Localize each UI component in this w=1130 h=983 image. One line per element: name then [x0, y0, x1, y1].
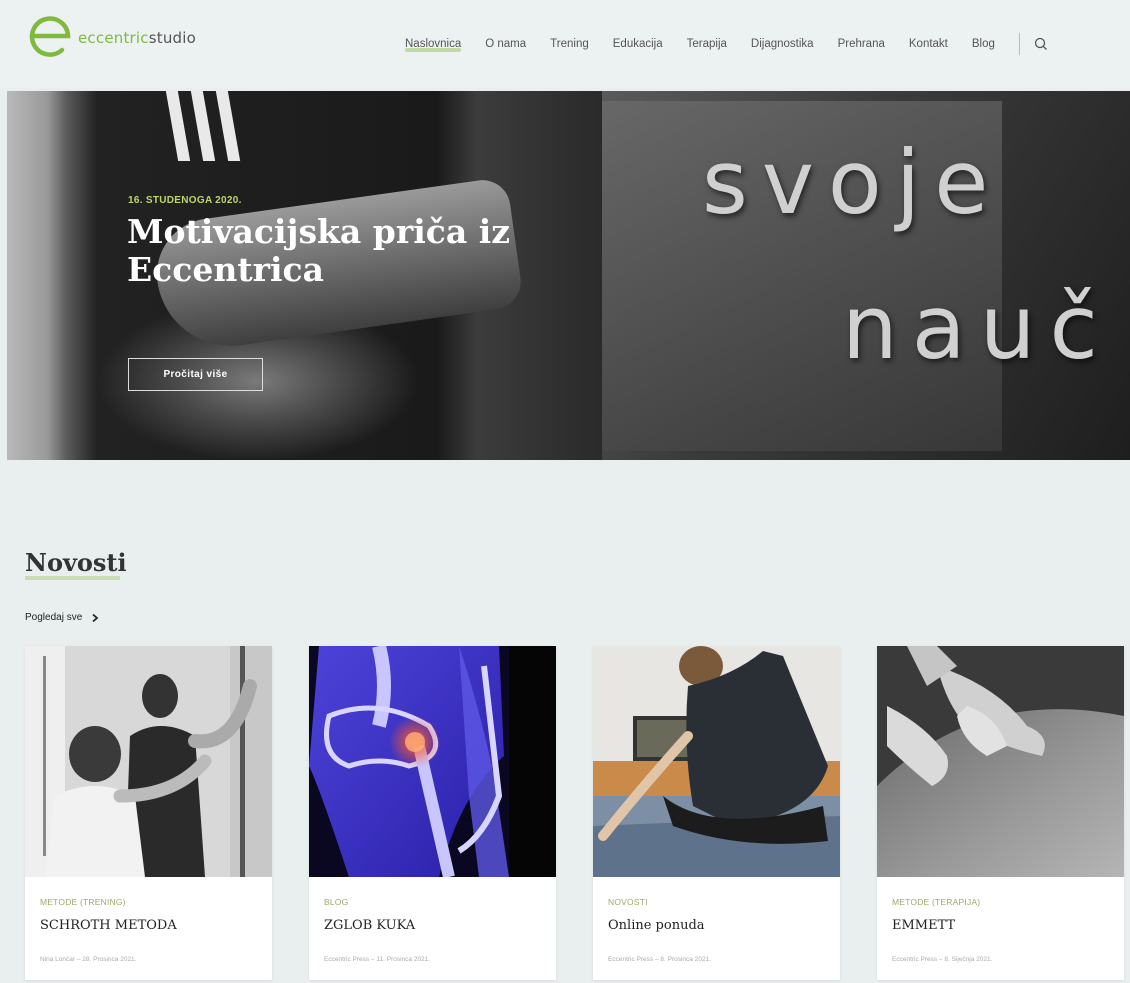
- logo-text-suffix: studio: [148, 29, 197, 47]
- card-category[interactable]: METODE (TERAPIJA): [892, 897, 980, 907]
- nav-divider: [1018, 33, 1020, 55]
- logo-text-prefix: eccentric: [78, 29, 149, 47]
- card-meta: Eccentric Press – 11. Prosinca 2021.: [324, 956, 431, 963]
- card-meta: Eccentric Press – 8. Siječnja 2021.: [892, 956, 993, 963]
- card-image[interactable]: [25, 646, 272, 877]
- news-card[interactable]: METODE (TRENING) SCHROTH METODA Nina Lon…: [25, 646, 272, 980]
- nav-item-prehrana[interactable]: Prehrana: [838, 38, 885, 50]
- card-title[interactable]: Online ponuda: [608, 918, 705, 933]
- see-all-label: Pogledaj sve: [25, 612, 83, 623]
- nav-item-terapija[interactable]: Terapija: [687, 38, 727, 50]
- nav-item-dijagnostika[interactable]: Dijagnostika: [751, 38, 814, 50]
- card-image-emmett: [877, 646, 1124, 877]
- card-title[interactable]: SCHROTH METODA: [40, 918, 177, 933]
- site-header: eccentricstudio Naslovnica O nama Trenin…: [0, 0, 1130, 88]
- nav-item-trening[interactable]: Trening: [550, 38, 589, 50]
- news-section-title: Novosti: [25, 548, 127, 577]
- hero-bg-word-2: nauč: [842, 276, 1112, 379]
- hero-bg-word-1: svoje: [702, 131, 1003, 234]
- logo[interactable]: eccentricstudio: [26, 10, 196, 60]
- card-image[interactable]: [877, 646, 1124, 877]
- chevron-right-icon: [92, 613, 99, 622]
- logo-e-icon: [29, 16, 71, 57]
- card-meta: Nina Lončar – 28. Prosinca 2021.: [40, 956, 137, 963]
- news-card[interactable]: NOVOSTI Online ponuda Eccentric Press – …: [593, 646, 840, 980]
- nav-item-naslovnica[interactable]: Naslovnica: [405, 38, 462, 52]
- logo-text: eccentricstudio: [78, 29, 196, 47]
- card-title[interactable]: ZGLOB KUKA: [324, 918, 415, 933]
- nav-item-edukacija[interactable]: Edukacija: [613, 38, 663, 50]
- nav-item-o-nama[interactable]: O nama: [485, 38, 526, 50]
- hero-image-right: svoje nauč: [602, 91, 1130, 460]
- card-image[interactable]: [309, 646, 556, 877]
- news-card[interactable]: METODE (TERAPIJA) EMMETT Eccentric Press…: [877, 646, 1124, 980]
- card-image-schroth: [25, 646, 272, 877]
- hero-slider[interactable]: svoje nauč 16. STUDENOGA 2020. Motivacij…: [7, 91, 1130, 460]
- card-image-online: [593, 646, 840, 877]
- read-more-button[interactable]: Pročitaj više: [128, 358, 263, 391]
- shirt-stripes: [157, 91, 257, 161]
- nav-item-blog[interactable]: Blog: [972, 38, 995, 50]
- card-meta: Eccentric Press – 8. Prosinca 2021.: [608, 956, 711, 963]
- see-all-link[interactable]: Pogledaj sve: [25, 612, 100, 623]
- card-category[interactable]: BLOG: [324, 897, 348, 907]
- main-nav: Naslovnica O nama Trening Edukacija Tera…: [405, 33, 1048, 55]
- card-category[interactable]: NOVOSTI: [608, 897, 648, 907]
- search-icon[interactable]: [1034, 37, 1048, 51]
- hero-title[interactable]: Motivacijska priča iz Eccentrica: [127, 213, 547, 289]
- card-title[interactable]: EMMETT: [892, 918, 955, 933]
- news-card[interactable]: BLOG ZGLOB KUKA Eccentric Press – 11. Pr…: [309, 646, 556, 980]
- card-image-hip: [309, 646, 556, 877]
- card-image[interactable]: [593, 646, 840, 877]
- card-category[interactable]: METODE (TRENING): [40, 897, 126, 907]
- hero-date: 16. STUDENOGA 2020.: [128, 195, 242, 206]
- nav-item-kontakt[interactable]: Kontakt: [909, 38, 948, 50]
